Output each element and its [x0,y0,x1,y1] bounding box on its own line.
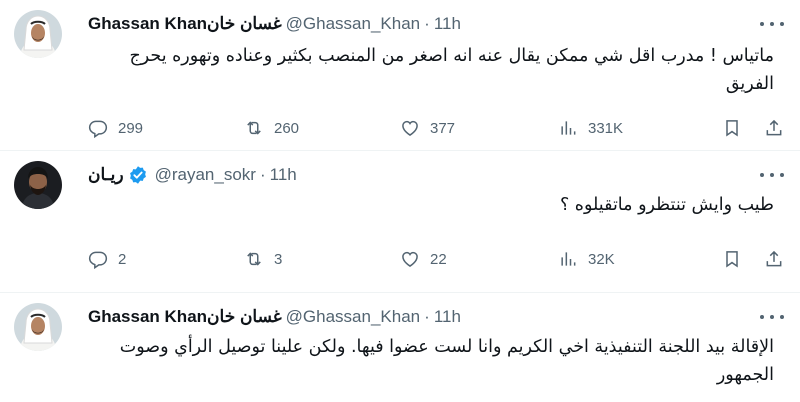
tweet-header: Ghassan Khanغسان خان @Ghassan_Khan · 11h [88,305,461,329]
views-icon [558,118,578,138]
separator-dot: · [259,165,266,184]
timestamp[interactable]: 11h [434,307,461,327]
separator-dot: · [424,307,430,326]
like-count: 377 [430,119,456,137]
tweet[interactable]: Ghassan Khanغسان خان @Ghassan_Khan · 11h… [0,292,800,402]
tweet[interactable]: Ghassan Khanغسان خان @Ghassan_Khan · 11h… [0,0,800,150]
display-name[interactable]: ريـان [88,165,124,185]
tweet-text: ماتياس ! مدرب اقل شي ممكن يقال عنه انه ا… [129,46,774,94]
avatar[interactable] [14,161,62,209]
like-count: 22 [430,250,447,268]
share-button[interactable] [764,247,784,271]
bookmark-icon [722,118,742,138]
user-handle[interactable]: @rayan_sokr [155,165,256,185]
tweet-text: الإقالة بيد اللجنة التنفيذية اخي الكريم … [119,337,774,385]
tweet-header: Ghassan Khanغسان خان @Ghassan_Khan · 11h [88,12,461,36]
reply-count: 299 [118,119,144,137]
views-icon [558,249,578,269]
display-name[interactable]: Ghassan Khanغسان خان [88,307,282,327]
reply-button[interactable]: 2 [88,247,126,271]
views-count: 32K [588,250,615,268]
display-name[interactable]: Ghassan Khanغسان خان [88,14,282,34]
retweet-count: 3 [274,250,283,268]
separator-dot: · [424,14,430,33]
timestamp[interactable]: 11h [270,165,297,185]
reply-icon [88,118,108,138]
user-handle[interactable]: @Ghassan_Khan [286,307,420,327]
tweet-text: طيب وايش تنتظرو ماتقيلوه ؟ [559,195,774,215]
retweet-button[interactable]: 260 [244,116,299,140]
bookmark-button[interactable] [722,116,742,140]
views-button[interactable]: 331K [558,116,623,140]
heart-icon [400,118,420,138]
user-handle[interactable]: @Ghassan_Khan [286,14,420,34]
retweet-button[interactable]: 3 [244,247,282,271]
bookmark-button[interactable] [722,247,742,271]
more-icon[interactable] [760,308,784,326]
action-bar: 299 260 377 331K [88,116,784,140]
tweet-header: ريـان @rayan_sokr · 11h [88,163,297,187]
more-icon[interactable] [760,15,784,33]
views-count: 331K [588,119,624,137]
views-button[interactable]: 32K [558,247,615,271]
retweet-icon [244,249,264,269]
verified-badge-icon [129,166,146,184]
share-icon [764,249,784,269]
retweet-count: 260 [274,119,300,137]
heart-icon [400,249,420,269]
more-icon[interactable] [760,166,784,184]
reply-button[interactable]: 299 [88,116,143,140]
reply-icon [88,249,108,269]
retweet-icon [244,118,264,138]
action-bar: 2 3 22 32K [88,247,784,271]
share-icon [764,118,784,138]
like-button[interactable]: 377 [400,116,455,140]
share-button[interactable] [764,116,784,140]
like-button[interactable]: 22 [400,247,447,271]
tweet[interactable]: ريـان @rayan_sokr · 11h طيب وايش تنتظرو … [0,150,800,292]
timestamp[interactable]: 11h [434,14,461,34]
avatar[interactable] [14,10,62,58]
bookmark-icon [722,249,742,269]
avatar[interactable] [14,303,62,351]
reply-count: 2 [118,250,127,268]
